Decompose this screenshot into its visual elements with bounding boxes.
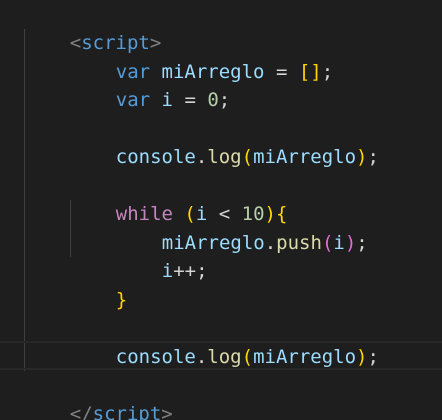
argument: miArreglo — [253, 345, 357, 368]
tag-name: script — [92, 402, 162, 420]
paren-open: ( — [241, 145, 254, 168]
identifier: i — [161, 88, 173, 111]
tag-open-bracket: </ — [69, 402, 93, 420]
brace-close: } — [115, 288, 128, 311]
dot: . — [195, 145, 208, 168]
semicolon: ; — [218, 88, 231, 111]
dot: . — [195, 345, 208, 368]
argument: i — [333, 231, 345, 254]
paren-close: ) — [356, 145, 368, 168]
paren-open: ( — [241, 345, 254, 368]
semicolon: ; — [321, 60, 334, 83]
identifier-console: console — [115, 145, 196, 168]
semicolon: ; — [367, 145, 379, 168]
bracket-open: [ — [298, 60, 311, 83]
code-line-while[interactable]: while (i < 10){ — [70, 171, 288, 225]
code-line-close-brace[interactable]: } — [70, 257, 127, 311]
code-line-push[interactable]: miArreglo.push(i); — [116, 200, 368, 254]
semicolon: ; — [356, 231, 368, 254]
code-line-close-script[interactable]: </script> — [24, 371, 173, 420]
function-name: log — [207, 345, 242, 368]
paren-close: ) — [344, 231, 357, 254]
bracket-close: ] — [310, 60, 322, 83]
keyword-var: var — [115, 88, 151, 111]
argument: miArreglo — [253, 145, 357, 168]
tag-close-bracket: > — [161, 402, 173, 420]
function-name: log — [207, 145, 242, 168]
semicolon: ; — [367, 345, 379, 368]
function-name: push — [276, 231, 322, 254]
number-literal: 0 — [207, 88, 219, 111]
code-line-var-miarreglo[interactable]: var miArreglo = []; — [70, 29, 333, 83]
identifier-console: console — [115, 345, 196, 368]
code-line-console-log-2[interactable]: console.log(miArreglo); — [70, 314, 379, 368]
code-line-var-i[interactable]: var i = 0; — [70, 57, 230, 111]
paren-close: ) — [356, 345, 368, 368]
operator: = — [173, 88, 208, 111]
code-line-open-script[interactable]: <script> — [24, 0, 162, 54]
code-editor[interactable]: <script> var miArreglo = []; var i = 0; … — [0, 0, 442, 420]
operator-increment: ++ — [173, 259, 197, 282]
semicolon: ; — [196, 259, 208, 282]
paren-open: ( — [321, 231, 334, 254]
dot: . — [264, 231, 277, 254]
code-line-console-log-1[interactable]: console.log(miArreglo); — [70, 114, 379, 168]
identifier: i — [161, 259, 174, 282]
code-line-increment[interactable]: i++; — [116, 228, 208, 282]
operator: = — [264, 60, 299, 83]
